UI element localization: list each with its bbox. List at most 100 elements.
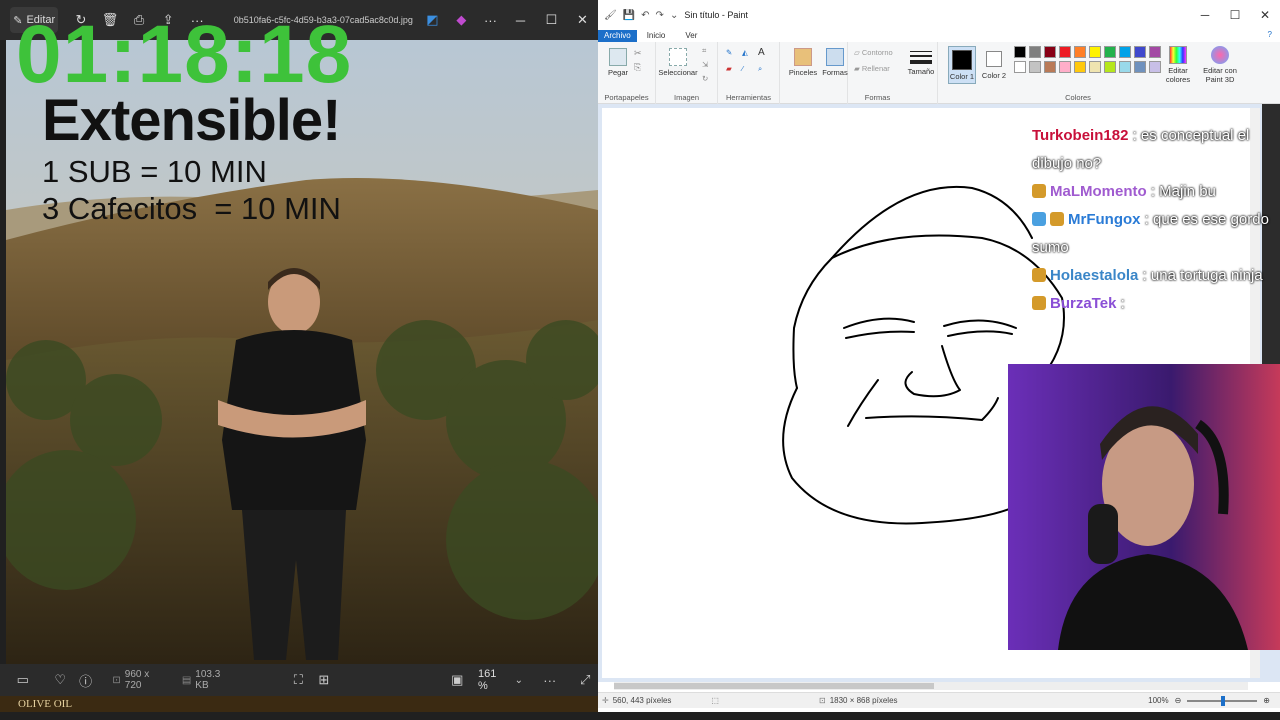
paint-window: 🖌 💾 ↶ ↷ ⌄ Sin título - Paint ─ ☐ ✕ Archi… — [598, 0, 1280, 712]
customize-toolbar-icon[interactable]: ⌄ — [670, 10, 678, 21]
palette-swatch[interactable] — [1104, 46, 1116, 58]
shapes-icon — [826, 48, 844, 66]
brushes-button[interactable]: Pinceles — [788, 48, 818, 77]
group-herramientas: ✎ ◭ A ▰ ⁄ ⌕ Herramientas — [718, 42, 780, 104]
zoom-level[interactable]: 161 % — [478, 668, 509, 692]
minimize-icon[interactable]: ─ — [505, 0, 536, 40]
copilot-icon[interactable]: ◆ — [447, 0, 476, 40]
select-label: Seleccionar — [658, 68, 698, 77]
fill-icon[interactable]: ◭ — [742, 48, 748, 57]
palette-swatch[interactable] — [1044, 61, 1056, 73]
crop-icon[interactable]: ⊞ — [311, 664, 336, 696]
palette-swatch[interactable] — [1089, 61, 1101, 73]
palette-swatch[interactable] — [1119, 46, 1131, 58]
undo-icon[interactable]: ↶ — [641, 10, 649, 21]
palette-swatch[interactable] — [1029, 61, 1041, 73]
group-imagen: Seleccionar ⌗ ⇲ ↻ Imagen — [656, 42, 718, 104]
more-icon[interactable]: ··· — [476, 0, 505, 40]
palette-swatch[interactable] — [1089, 46, 1101, 58]
maximize-icon[interactable]: ☐ — [1220, 8, 1250, 22]
fullscreen-icon[interactable]: ⤢ — [572, 664, 597, 696]
group-label: Portapapeles — [604, 93, 649, 102]
palette-swatch[interactable] — [1029, 46, 1041, 58]
zoom-slider[interactable] — [1187, 695, 1258, 706]
color-picker-icon[interactable]: ⁄ — [742, 64, 743, 73]
info-icon[interactable]: ⓘ — [73, 664, 98, 696]
zoom-dropdown-icon[interactable]: ⌄ — [515, 675, 523, 686]
crop-icon[interactable]: ⌗ — [702, 46, 706, 56]
tab-ver[interactable]: Ver — [675, 30, 707, 42]
paint3d-icon — [1211, 46, 1229, 64]
favorite-heart-icon[interactable]: ♡ — [47, 664, 72, 696]
chat-text: : una tortuga ninja — [1142, 267, 1263, 284]
redo-icon[interactable]: ↷ — [656, 10, 664, 21]
color-palette — [1014, 46, 1174, 76]
close-icon[interactable]: ✕ — [1250, 8, 1280, 22]
color2-swatch — [986, 51, 1002, 67]
window-title: Sin título - Paint — [684, 10, 748, 20]
help-icon[interactable]: ? — [1268, 30, 1272, 42]
edit-colors-label: Editar colores — [1165, 66, 1191, 84]
save-icon[interactable]: 💾 — [623, 10, 635, 21]
shapes-label: Formas — [822, 68, 848, 77]
edit-colors-button[interactable]: Editar colores — [1160, 46, 1196, 84]
rotate-icon[interactable]: ↻ — [702, 74, 708, 83]
shapes-button[interactable]: Formas — [820, 48, 850, 77]
size-button[interactable]: Tamaño — [906, 48, 936, 76]
edit-colors-icon — [1169, 46, 1187, 64]
palette-swatch[interactable] — [1074, 46, 1086, 58]
palette-swatch[interactable] — [1119, 61, 1131, 73]
filmstrip-icon[interactable]: ▭ — [10, 664, 35, 696]
palette-swatch[interactable] — [1014, 46, 1026, 58]
chat-username: BurzaTek — [1050, 295, 1117, 312]
taskbar — [0, 712, 1280, 720]
eraser-icon[interactable]: ▰ — [726, 64, 732, 73]
tab-archivo[interactable]: Archivo — [598, 30, 637, 42]
desktop: ✎ Editar ↻ 🗑 ⎙ ⇪ ··· 0b510fa6-c5fc-4d59-b… — [0, 0, 1280, 720]
maximize-icon[interactable]: ☐ — [536, 0, 567, 40]
dimension-icon: ⊡ — [112, 674, 121, 686]
paste-button[interactable]: Pegar — [606, 48, 630, 77]
group-label: Imagen — [673, 93, 700, 102]
copy-icon[interactable]: ⎘ — [634, 62, 641, 73]
color2-button[interactable]: Color 2 — [980, 46, 1008, 80]
palette-swatch[interactable] — [1014, 61, 1026, 73]
fit-screen-icon[interactable]: ⛶ — [286, 664, 311, 696]
select-button[interactable]: Seleccionar — [658, 48, 698, 77]
cut-icon[interactable]: ✂ — [634, 48, 642, 59]
magnifier-icon[interactable]: ⌕ — [758, 64, 762, 74]
more-icon[interactable]: ··· — [537, 664, 562, 696]
palette-swatch[interactable] — [1059, 46, 1071, 58]
close-icon[interactable]: ✕ — [567, 0, 598, 40]
palette-swatch[interactable] — [1134, 61, 1146, 73]
palette-swatch[interactable] — [1074, 61, 1086, 73]
palette-swatch[interactable] — [1044, 46, 1056, 58]
palette-swatch[interactable] — [1134, 46, 1146, 58]
minimize-icon[interactable]: ─ — [1190, 8, 1220, 22]
zoom-slider-thumb[interactable] — [1221, 695, 1226, 706]
outline-button[interactable]: ▱ Contorno — [854, 48, 893, 57]
zoom-in-icon[interactable]: ⊕ — [1263, 696, 1270, 705]
color1-swatch — [952, 50, 972, 70]
paint3d-button[interactable]: Editar con Paint 3D — [1200, 46, 1240, 84]
horizontal-scrollbar[interactable] — [614, 682, 1248, 690]
tab-inicio[interactable]: Inicio — [637, 30, 676, 42]
resize-icon[interactable]: ⇲ — [702, 60, 708, 69]
actual-size-icon[interactable]: ▣ — [445, 664, 470, 696]
color1-label: Color 1 — [949, 72, 975, 81]
chat-username: Holaestalola — [1050, 267, 1139, 284]
text-icon[interactable]: A — [758, 47, 765, 58]
edit-app-icon[interactable]: ◩ — [418, 0, 447, 40]
palette-swatch[interactable] — [1104, 61, 1116, 73]
zoom-out-icon[interactable]: ⊖ — [1175, 696, 1182, 705]
fill-button[interactable]: ▰ Rellenar — [854, 64, 890, 73]
fill-shape-icon: ▰ — [854, 64, 862, 73]
color1-button[interactable]: Color 1 — [948, 46, 976, 84]
chat-text: : Majin bu — [1150, 183, 1216, 200]
cafecitos-rate-text: 3 Cafecitos = 10 MIN — [42, 191, 341, 226]
chat-message: MaLMomento : Majin bu — [1032, 178, 1280, 206]
pencil-icon[interactable]: ✎ — [726, 48, 732, 57]
palette-swatch[interactable] — [1059, 61, 1071, 73]
paint-statusbar: ✛ 560, 443 píxeles ⬚ ⊡ 1830 × 868 píxele… — [598, 692, 1280, 708]
scroll-thumb[interactable] — [614, 683, 934, 689]
